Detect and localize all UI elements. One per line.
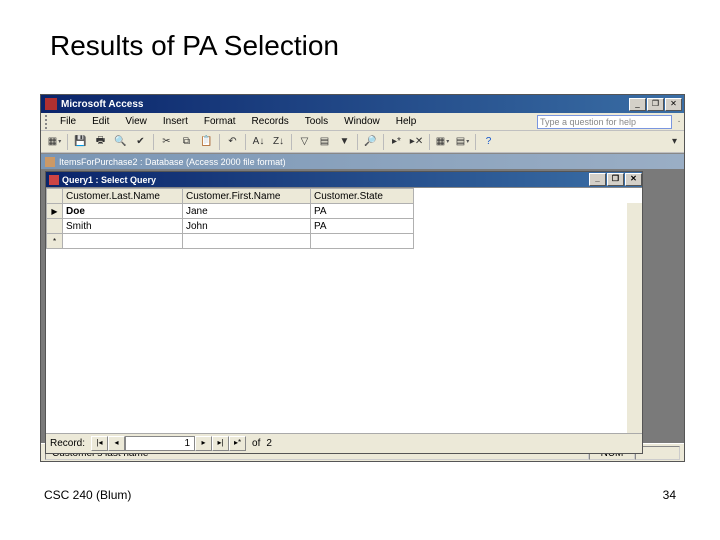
cell[interactable]: PA	[311, 219, 414, 234]
current-record-input[interactable]: 1	[125, 436, 195, 451]
new-record-button[interactable]: ▸*	[387, 133, 406, 151]
help-button[interactable]: ?	[479, 133, 498, 151]
column-header-row: Customer.Last.Name Customer.First.Name C…	[47, 189, 414, 204]
cell[interactable]: Smith	[63, 219, 183, 234]
new-record-row[interactable]: *	[47, 234, 414, 249]
cell[interactable]: John	[183, 219, 311, 234]
total-records: 2	[266, 438, 272, 449]
toolbar-separator	[475, 134, 476, 150]
column-header[interactable]: Customer.Last.Name	[63, 189, 183, 204]
new-object-button[interactable]: ▤	[453, 133, 472, 151]
view-button[interactable]: ▦	[45, 133, 64, 151]
menu-tools[interactable]: Tools	[298, 115, 335, 128]
last-record-button[interactable]: ▸|	[212, 436, 229, 451]
cell[interactable]	[63, 234, 183, 249]
print-button[interactable]: 🖶	[91, 133, 110, 151]
toolbar-separator	[357, 134, 358, 150]
menu-bar: File Edit View Insert Format Records Too…	[41, 113, 684, 131]
vertical-scrollbar[interactable]	[627, 203, 642, 412]
menu-view[interactable]: View	[118, 115, 154, 128]
cut-button[interactable]: ✂	[157, 133, 176, 151]
row-selector[interactable]: ▶	[47, 204, 63, 219]
grid-empty-area	[46, 249, 642, 433]
toolbar-overflow[interactable]: ▾	[665, 133, 684, 151]
database-window-titlebar[interactable]: ItemsForPurchase2 : Database (Access 200…	[41, 154, 684, 169]
undo-button[interactable]: ↶	[223, 133, 242, 151]
slide-title: Results of PA Selection	[0, 0, 720, 62]
minimize-button[interactable]: _	[629, 98, 646, 111]
prev-record-button[interactable]: ◂	[108, 436, 125, 451]
print-preview-button[interactable]: 🔍	[111, 133, 130, 151]
of-label: of	[246, 438, 266, 449]
db-window-button[interactable]: ▦	[433, 133, 452, 151]
toolbar-separator	[429, 134, 430, 150]
cell[interactable]	[183, 234, 311, 249]
mdi-client-area: ItemsForPurchase2 : Database (Access 200…	[41, 153, 684, 443]
query-icon	[49, 175, 59, 185]
record-label: Record:	[50, 438, 91, 449]
menu-help[interactable]: Help	[389, 115, 424, 128]
menu-insert[interactable]: Insert	[156, 115, 195, 128]
paste-button[interactable]: 📋	[197, 133, 216, 151]
menu-window[interactable]: Window	[337, 115, 387, 128]
table-row[interactable]: ▶ Doe Jane PA	[47, 204, 414, 219]
child-minimize-button[interactable]: _	[589, 173, 606, 186]
record-navigator: Record: |◂ ◂ 1 ▸ ▸| ▸* of 2	[46, 433, 642, 453]
slide-page-number: 34	[663, 488, 676, 502]
child-window-title: Query1 : Select Query	[62, 175, 589, 185]
close-button[interactable]: ✕	[665, 98, 682, 111]
toolbar-separator	[153, 134, 154, 150]
cell[interactable]: Jane	[183, 204, 311, 219]
titlebar: Microsoft Access _ ❐ ✕	[41, 95, 684, 113]
database-icon	[45, 157, 55, 167]
toolbar-separator	[291, 134, 292, 150]
first-record-button[interactable]: |◂	[91, 436, 108, 451]
app-title: Microsoft Access	[61, 99, 629, 110]
cell[interactable]: PA	[311, 204, 414, 219]
restore-button[interactable]: ❐	[647, 98, 664, 111]
column-header[interactable]: Customer.First.Name	[183, 189, 311, 204]
menu-records[interactable]: Records	[245, 115, 296, 128]
sort-desc-button[interactable]: Z↓	[269, 133, 288, 151]
delete-record-button[interactable]: ▸✕	[407, 133, 426, 151]
menu-file[interactable]: File	[53, 115, 83, 128]
cell[interactable]	[311, 234, 414, 249]
query-result-window: Query1 : Select Query _ ❐ ✕ Customer.Las…	[45, 171, 643, 454]
find-button[interactable]: 🔎	[361, 133, 380, 151]
copy-button[interactable]: ⧉	[177, 133, 196, 151]
table-row[interactable]: Smith John PA	[47, 219, 414, 234]
row-selector[interactable]	[47, 219, 63, 234]
datasheet-grid[interactable]: Customer.Last.Name Customer.First.Name C…	[46, 187, 642, 433]
access-app-icon	[45, 98, 57, 110]
column-header[interactable]: Customer.State	[311, 189, 414, 204]
filter-form-button[interactable]: ▤	[315, 133, 334, 151]
save-button[interactable]: 💾	[71, 133, 90, 151]
help-search-input[interactable]: Type a question for help	[537, 115, 672, 129]
menu-format[interactable]: Format	[197, 115, 243, 128]
access-app-window: Microsoft Access _ ❐ ✕ File Edit View In…	[40, 94, 685, 462]
menu-edit[interactable]: Edit	[85, 115, 116, 128]
next-record-button[interactable]: ▸	[195, 436, 212, 451]
database-window-title: ItemsForPurchase2 : Database (Access 200…	[59, 157, 286, 167]
spelling-button[interactable]: ✔	[131, 133, 150, 151]
toolbar-separator	[67, 134, 68, 150]
filter-selection-button[interactable]: ▽	[295, 133, 314, 151]
toolbar-separator	[245, 134, 246, 150]
apply-filter-button[interactable]: ▼	[335, 133, 354, 151]
slide-footer-left: CSC 240 (Blum)	[44, 488, 131, 502]
new-record-nav-button[interactable]: ▸*	[229, 436, 246, 451]
select-all-box[interactable]	[47, 189, 63, 204]
toolbar-separator	[219, 134, 220, 150]
menu-grip	[45, 115, 48, 129]
child-restore-button[interactable]: ❐	[607, 173, 624, 186]
child-titlebar: Query1 : Select Query _ ❐ ✕	[46, 172, 642, 187]
cell[interactable]: Doe	[63, 204, 183, 219]
row-selector[interactable]: *	[47, 234, 63, 249]
child-close-button[interactable]: ✕	[625, 173, 642, 186]
menu-more[interactable]: ·	[674, 116, 684, 127]
toolbar: ▦ 💾 🖶 🔍 ✔ ✂ ⧉ 📋 ↶ A↓ Z↓ ▽ ▤ ▼ 🔎 ▸* ▸✕ ▦ …	[41, 131, 684, 153]
toolbar-separator	[383, 134, 384, 150]
sort-asc-button[interactable]: A↓	[249, 133, 268, 151]
